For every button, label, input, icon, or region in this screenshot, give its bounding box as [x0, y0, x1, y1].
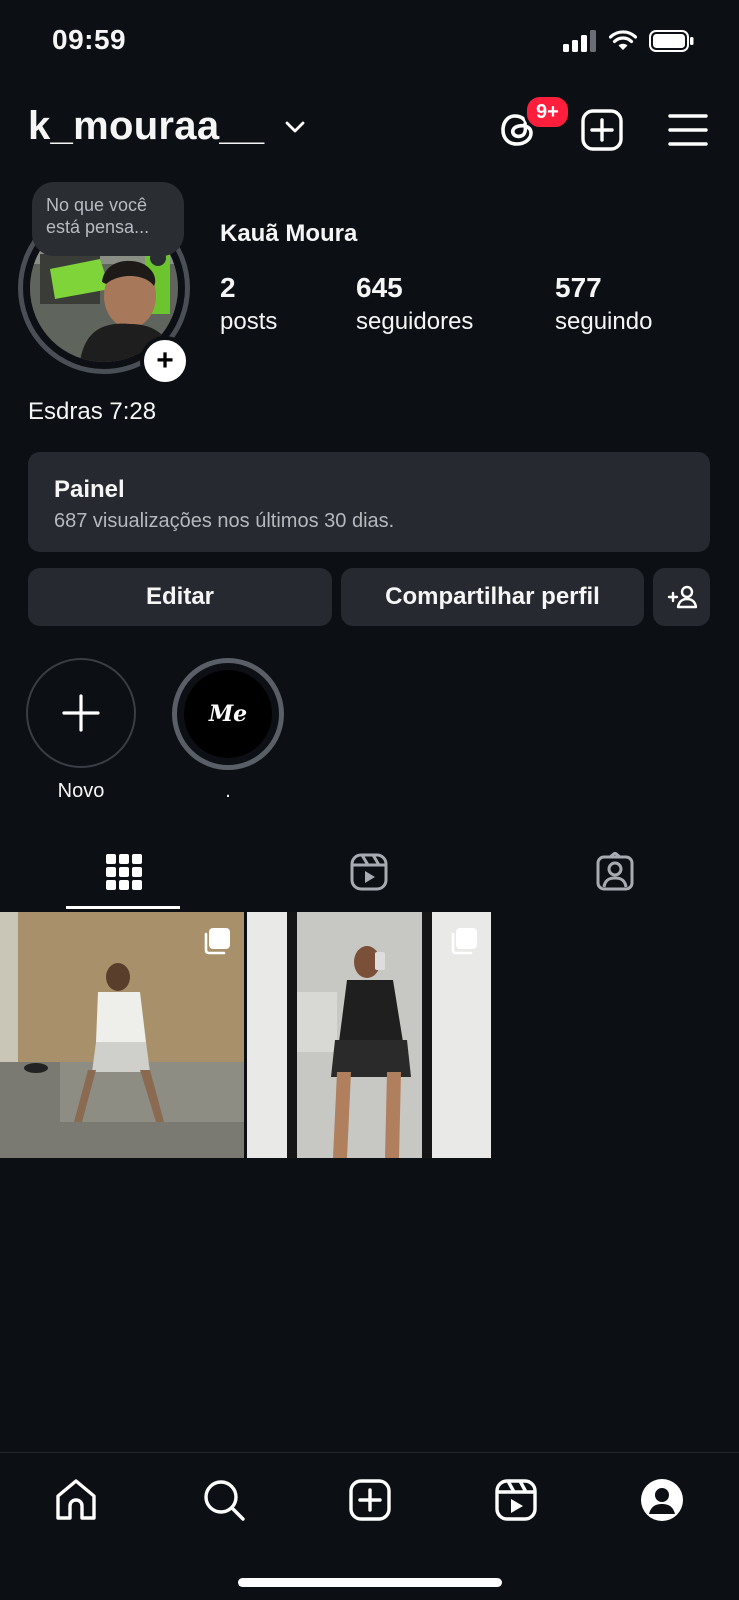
new-highlight-button[interactable] [26, 658, 136, 768]
chevron-down-icon[interactable] [284, 120, 306, 134]
status-icons [563, 30, 695, 52]
highlight-item[interactable]: Me [172, 658, 284, 770]
highlight-cover: Me [184, 670, 272, 758]
stat-value: 2 [220, 272, 236, 303]
stat-followers[interactable]: 645 seguidores [356, 272, 473, 336]
dashboard-subtitle: 687 visualizações nos últimos 30 dias. [54, 510, 395, 532]
professional-dashboard[interactable]: Painel 687 visualizações nos últimos 30 … [28, 452, 710, 552]
stat-label: seguidores [356, 308, 474, 335]
stat-label: seguindo [555, 308, 653, 335]
wifi-icon [609, 30, 637, 50]
carousel-icon [204, 928, 230, 955]
profile-bio: Esdras 7:28 [28, 398, 157, 425]
search-icon[interactable] [200, 1476, 248, 1524]
home-icon[interactable] [52, 1476, 100, 1524]
note-bubble[interactable]: No que você está pensa... [32, 182, 184, 256]
reels-icon[interactable] [492, 1476, 540, 1524]
battery-icon [649, 30, 694, 52]
stat-value: 577 [555, 272, 602, 303]
plus-icon [62, 694, 100, 732]
notification-badge: 9+ [524, 94, 571, 130]
profile-full-name: Kauã Moura [220, 220, 358, 247]
discover-people-button[interactable] [653, 568, 710, 626]
status-time: 09:59 [52, 24, 127, 55]
stat-value: 645 [356, 272, 403, 303]
active-tab-indicator [66, 906, 180, 909]
stat-following[interactable]: 577 seguindo [555, 272, 652, 336]
create-icon[interactable] [346, 1476, 394, 1524]
profile-username[interactable]: k_mouraa__ [28, 104, 264, 149]
profile-icon[interactable] [638, 1476, 686, 1524]
highlight-label: . [225, 780, 231, 802]
stat-posts[interactable]: 2 posts [220, 272, 277, 336]
nav-divider [0, 1452, 739, 1453]
create-post-icon[interactable] [580, 108, 624, 152]
share-profile-button[interactable]: Compartilhar perfil [341, 568, 644, 626]
note-bubble-tail [150, 250, 166, 266]
add-person-icon [667, 585, 697, 609]
home-indicator [238, 1578, 502, 1587]
grid-icon[interactable] [104, 852, 144, 892]
tagged-tab-icon[interactable] [595, 852, 635, 892]
edit-profile-button[interactable]: Editar [28, 568, 332, 626]
menu-icon[interactable] [666, 108, 710, 152]
stat-label: posts [220, 308, 278, 335]
highlight-label: Novo [57, 780, 105, 802]
cellular-signal-icon [563, 30, 596, 52]
carousel-icon [451, 928, 477, 955]
reels-tab-icon[interactable] [349, 852, 389, 892]
add-story-button[interactable]: + [140, 336, 190, 386]
dashboard-title: Painel [54, 476, 125, 503]
